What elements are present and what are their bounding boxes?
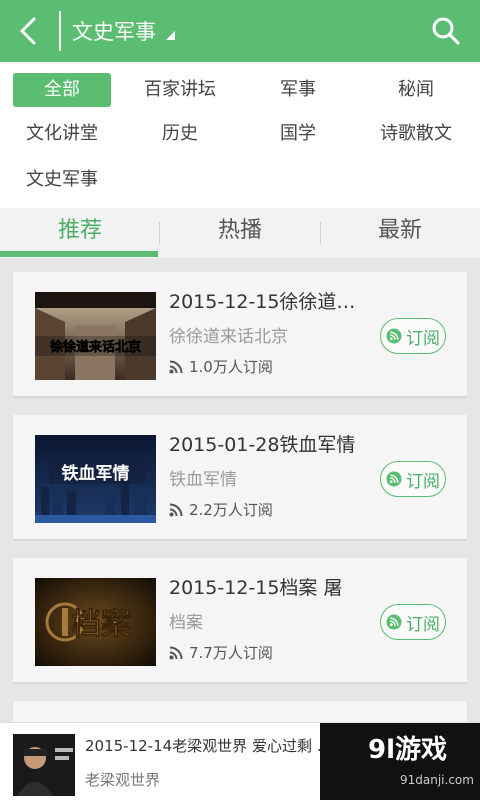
program-title: 2015-12-15档案 屠 <box>169 577 343 599</box>
watermark-url: 91danji.com <box>400 773 474 787</box>
tab-divider <box>320 222 321 244</box>
subscribe-label: 订阅 <box>406 614 440 635</box>
tab-hot[interactable]: 热播 <box>160 208 320 258</box>
back-button[interactable] <box>8 11 48 51</box>
program-thumbnail: 铁血军情 <box>35 435 156 523</box>
mini-player[interactable]: 2015-12-14老梁观世界 爱心过剩 … 老梁观世界 9l游戏 91danj… <box>0 722 480 800</box>
back-arrow-icon <box>20 17 36 45</box>
category-all[interactable]: 全部 <box>13 73 111 107</box>
subscribe-label: 订阅 <box>406 471 440 492</box>
program-card[interactable]: 铁血军情 2015-01-28铁血军情 铁血军情 2.2万人订阅 订阅 <box>13 415 467 541</box>
rss-icon <box>169 503 183 517</box>
subscriber-count-text: 7.7万人订阅 <box>189 644 273 662</box>
watermark-logo-text: 9l游戏 <box>368 735 448 765</box>
subscribe-icon <box>386 471 402 487</box>
category-dropdown[interactable]: 文史军事 <box>72 13 175 49</box>
subscribe-icon <box>386 614 402 630</box>
thumbnail-caption: 档案 <box>71 607 132 642</box>
category-history-military[interactable]: 文史军事 <box>13 163 111 197</box>
subscriber-count-text: 2.2万人订阅 <box>189 501 273 519</box>
program-title: 2015-01-28铁血军情 <box>169 434 356 456</box>
category-history[interactable]: 历史 <box>131 117 229 151</box>
subscriber-count-text: 1.0万人订阅 <box>189 358 273 376</box>
subscribe-button[interactable]: 订阅 <box>380 604 446 640</box>
tab-latest[interactable]: 最新 <box>320 208 480 258</box>
player-subtitle: 老梁观世界 <box>85 771 161 789</box>
tab-divider <box>159 222 160 244</box>
program-subtitle: 徐徐道来话北京 <box>169 327 288 347</box>
subscribe-icon <box>386 328 402 344</box>
program-card[interactable]: 徐徐道来话北京 2015-12-15徐徐道来话北京 徐徐道来话北京 1.0万人订… <box>13 272 467 398</box>
category-baijia-jiangtan[interactable]: 百家讲坛 <box>131 73 229 107</box>
program-thumbnail: 档案 <box>35 578 156 666</box>
category-military[interactable]: 军事 <box>249 73 347 107</box>
subscriber-count: 7.7万人订阅 <box>169 642 273 663</box>
player-thumbnail <box>13 734 75 796</box>
caret-icon <box>166 30 175 40</box>
program-card[interactable]: 档案 2015-12-15档案 屠 档案 7.7万人订阅 订阅 <box>13 558 467 684</box>
category-sinology[interactable]: 国学 <box>249 117 347 151</box>
program-thumbnail: 徐徐道来话北京 <box>35 292 156 380</box>
header-bar: 文史军事 <box>0 0 480 62</box>
category-secrets[interactable]: 秘闻 <box>367 73 465 107</box>
category-grid: 全部 百家讲坛 军事 秘闻 文化讲堂 历史 国学 诗歌散文 文史军事 <box>0 62 480 208</box>
program-subtitle: 铁血军情 <box>169 470 237 490</box>
category-poetry-prose[interactable]: 诗歌散文 <box>367 117 465 151</box>
subscribe-button[interactable]: 订阅 <box>380 318 446 354</box>
thumbnail-caption: 铁血军情 <box>62 463 130 484</box>
program-subtitle: 档案 <box>169 613 203 633</box>
header-title: 文史军事 <box>72 20 156 44</box>
watermark-logo: 9l游戏 91danji.com <box>320 723 480 800</box>
subscribe-button[interactable]: 订阅 <box>380 461 446 497</box>
subscriber-count: 1.0万人订阅 <box>169 356 273 377</box>
rss-icon <box>169 360 183 374</box>
player-title: 2015-12-14老梁观世界 爱心过剩 … <box>85 737 332 755</box>
subscribe-label: 订阅 <box>406 328 440 349</box>
rss-icon <box>169 646 183 660</box>
subscriber-count: 2.2万人订阅 <box>169 499 273 520</box>
thumbnail-caption: 徐徐道来话北京 <box>49 339 141 355</box>
tab-indicator <box>0 251 158 257</box>
search-icon <box>432 17 460 45</box>
search-button[interactable] <box>426 11 466 51</box>
category-culture-lecture[interactable]: 文化讲堂 <box>13 117 111 151</box>
header-divider <box>59 11 61 51</box>
program-title: 2015-12-15徐徐道来话北京 <box>169 291 369 313</box>
